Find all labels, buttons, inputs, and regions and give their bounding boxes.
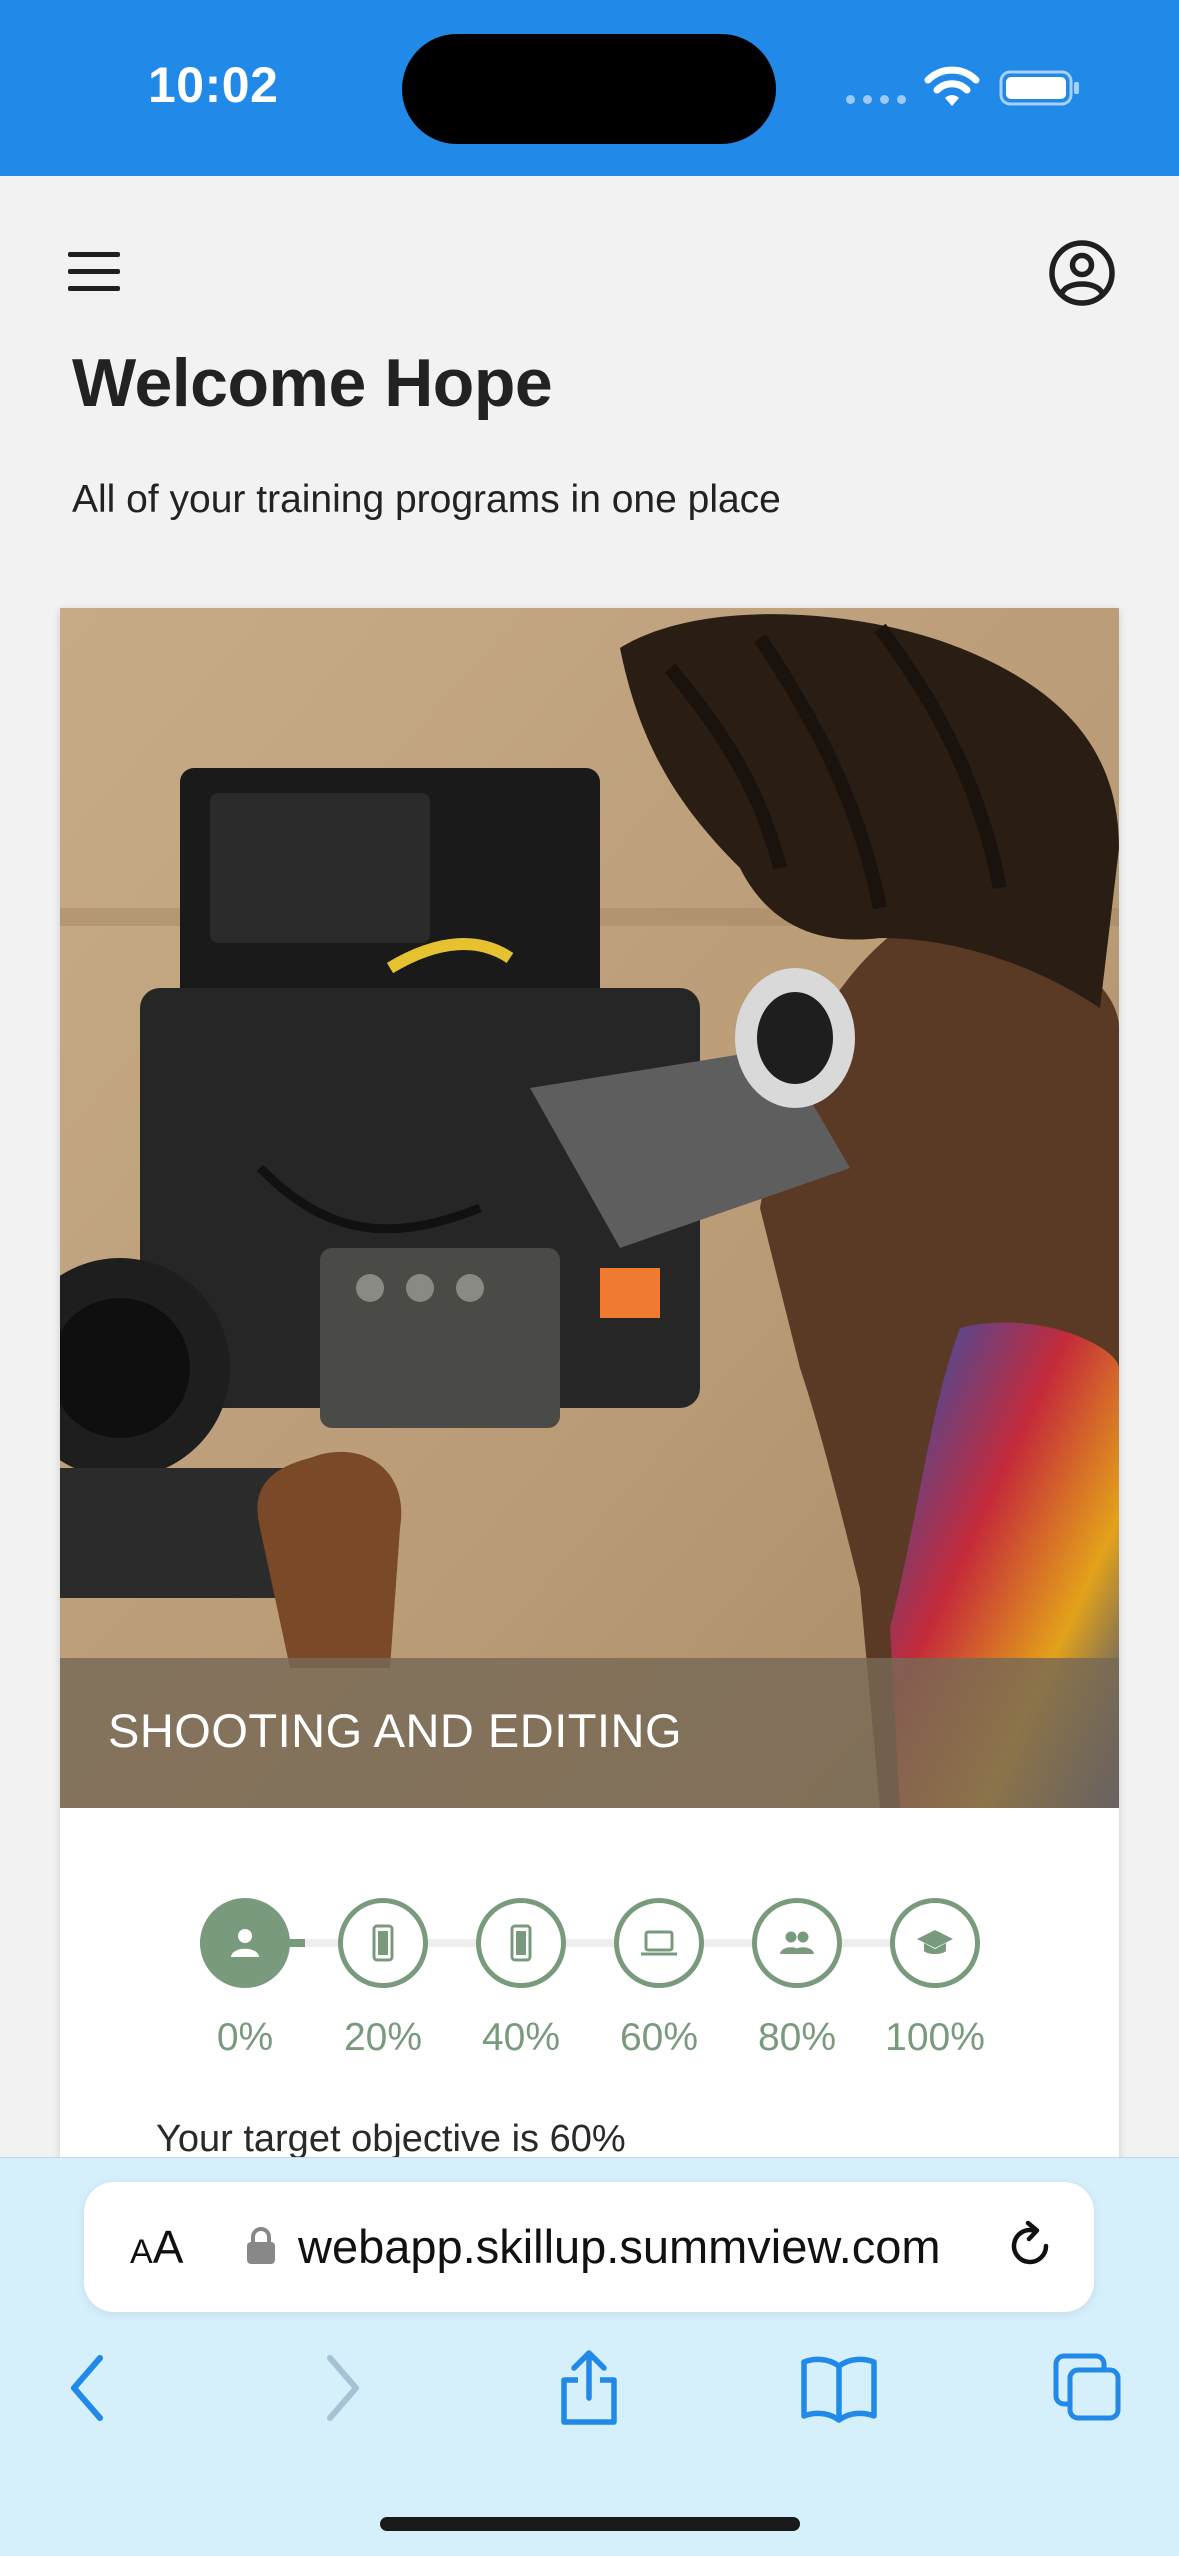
progress-step-80-percent	[752, 1898, 842, 1988]
group-icon	[780, 1931, 814, 1954]
smartphone-icon	[372, 1924, 394, 1962]
progress-step-0-percent	[200, 1898, 290, 1988]
program-card[interactable]: SHOOTING AND EDITING 0% 20% 40% 60% 80% 100% …	[60, 608, 1119, 2308]
reload-icon[interactable]	[1002, 2218, 1058, 2274]
dynamic-island	[402, 34, 776, 144]
progress-step-label: 100%	[885, 2016, 985, 2059]
wifi-icon	[924, 66, 980, 106]
forward-arrow-icon[interactable]	[318, 2348, 368, 2428]
tabs-icon[interactable]	[1052, 2348, 1124, 2428]
progress-step-60-percent	[614, 1898, 704, 1988]
status-time: 10:02	[148, 57, 279, 113]
program-title: SHOOTING AND EDITING	[108, 1704, 683, 1757]
page-title: Welcome Hope	[72, 345, 553, 421]
hamburger-menu-icon[interactable]	[64, 250, 124, 294]
progress-step-100-percent	[890, 1898, 980, 1988]
back-arrow-icon[interactable]	[62, 2348, 112, 2428]
url-text[interactable]: webapp.skillup.summview.com	[298, 2219, 1038, 2274]
share-icon[interactable]	[556, 2348, 622, 2428]
progress-step-20-percent	[338, 1898, 428, 1988]
progress-step-label: 80%	[757, 2016, 837, 2059]
battery-icon	[999, 70, 1079, 106]
status-bar: 10:02	[0, 0, 1179, 176]
progress-step-label: 40%	[481, 2016, 561, 2059]
smartphone-icon	[510, 1924, 532, 1962]
lock-icon	[247, 2227, 275, 2264]
objective-text: Your target objective is 60%	[156, 2118, 626, 2160]
progress-step-label: 20%	[343, 2016, 423, 2059]
text-size-button[interactable]: AA	[130, 2220, 183, 2274]
page-subtitle: All of your training programs in one pla…	[72, 478, 781, 521]
person-icon	[231, 1929, 259, 1957]
account-circle-icon[interactable]	[1047, 238, 1117, 308]
home-indicator	[380, 2517, 800, 2531]
progress-stepper: 0% 20% 40% 60% 80% 100%	[60, 1898, 1119, 2098]
graduation-cap-icon	[917, 1930, 953, 1954]
progress-step-label: 60%	[619, 2016, 699, 2059]
progress-step-40-percent	[476, 1898, 566, 1988]
progress-track	[200, 1939, 980, 1947]
bookmarks-icon[interactable]	[800, 2348, 878, 2428]
program-cover-image	[60, 608, 1119, 1808]
laptop-icon	[641, 1930, 677, 1956]
address-bar[interactable]: AA webapp.skillup.summview.com	[84, 2182, 1094, 2312]
progress-step-label: 0%	[216, 2016, 274, 2059]
cellular-signal-icon	[846, 95, 906, 104]
